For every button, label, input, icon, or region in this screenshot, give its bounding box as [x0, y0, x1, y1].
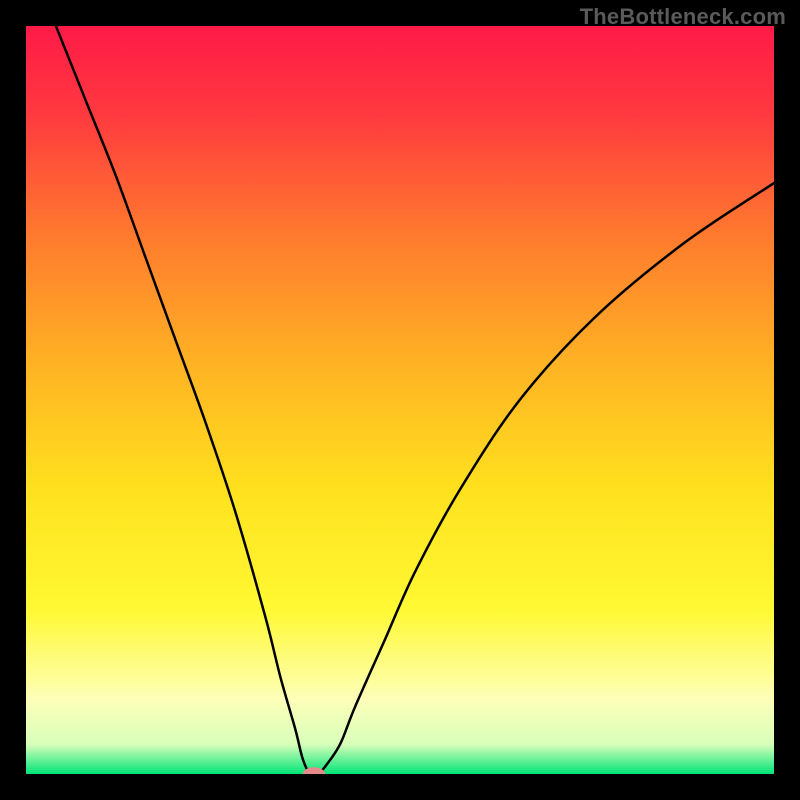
plot-background	[26, 26, 774, 774]
chart-svg	[26, 26, 774, 774]
watermark-text: TheBottleneck.com	[580, 4, 786, 30]
plot-area	[26, 26, 774, 774]
chart-frame: TheBottleneck.com	[0, 0, 800, 800]
